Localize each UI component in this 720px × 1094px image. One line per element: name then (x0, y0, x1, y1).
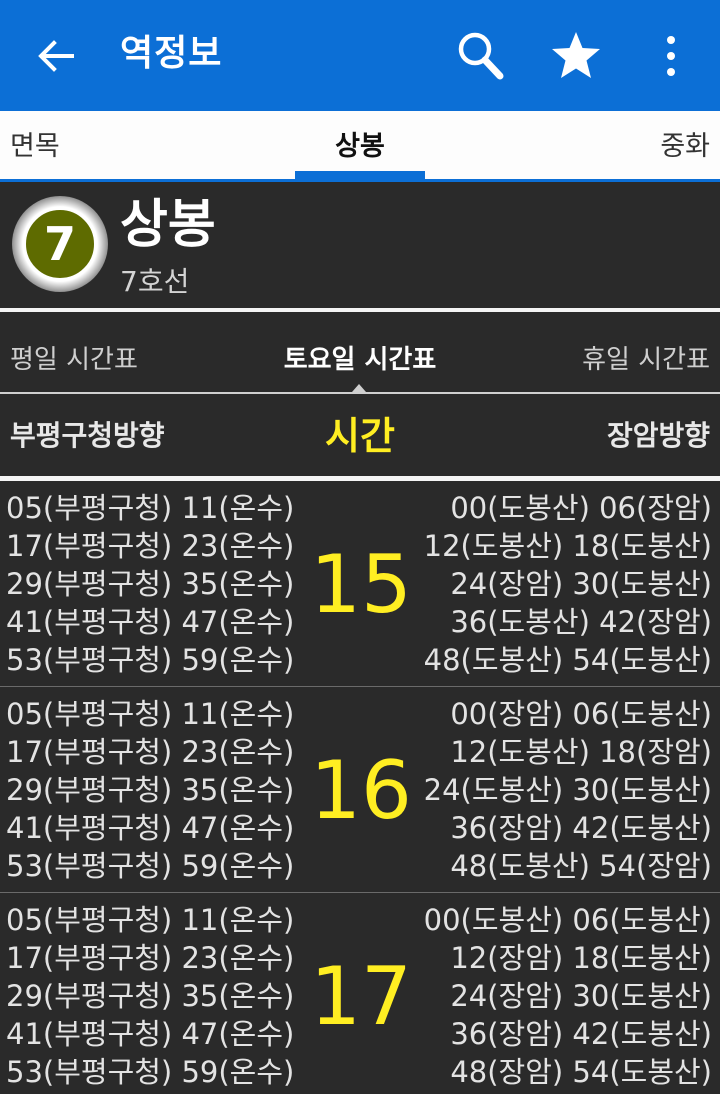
departure-row: 48(도봉산) 54(도봉산) (423, 643, 712, 677)
tab-indicator (295, 171, 425, 179)
line-badge: 7 (24, 208, 96, 280)
departure-row: 00(도봉산) 06(장암) (450, 491, 712, 525)
selected-tab-caret (352, 384, 366, 392)
departure-row: 36(장암) 42(도봉산) (450, 811, 712, 845)
departure-row: 36(장암) 42(도봉산) (450, 1017, 712, 1051)
tab-current-station[interactable]: 상봉 (0, 129, 720, 165)
right-departures: 00(장암) 06(도봉산) 12(도봉산) 18(장암) 24(도봉산) 30… (424, 695, 712, 885)
direction-right-label: 장암방향 (606, 419, 710, 452)
app-title: 역정보 (120, 33, 223, 74)
departure-row: 48(장암) 54(도봉산) (450, 1055, 712, 1089)
hour-block: 05(부평구청) 11(온수) 17(부평구청) 23(온수) 29(부평구청)… (0, 893, 720, 1094)
left-departures: 05(부평구청) 11(온수) 17(부평구청) 23(온수) 29(부평구청)… (6, 901, 294, 1091)
departure-row: 05(부평구청) 11(온수) (6, 491, 295, 525)
departure-row: 29(부평구청) 35(온수) (6, 567, 295, 601)
departure-row: 12(도봉산) 18(장암) (450, 735, 712, 769)
right-departures: 00(도봉산) 06(도봉산) 12(장암) 18(도봉산) 24(장암) 30… (424, 901, 712, 1091)
departure-row: 24(도봉산) 30(도봉산) (423, 773, 712, 807)
hour-block: 05(부평구청) 11(온수) 17(부평구청) 23(온수) 29(부평구청)… (0, 687, 720, 893)
left-departures: 05(부평구청) 11(온수) 17(부평구청) 23(온수) 29(부평구청)… (6, 695, 294, 885)
departure-row: 24(장암) 30(도봉산) (450, 979, 712, 1013)
more-vert-icon[interactable] (656, 34, 686, 78)
station-tabs: 면목 상봉 중화 (0, 111, 720, 179)
tab-holiday[interactable]: 휴일 시간표 (582, 342, 710, 378)
departure-row: 12(장암) 18(도봉산) (450, 941, 712, 975)
departure-row: 05(부평구청) 11(온수) (6, 697, 295, 731)
departure-row: 41(부평구청) 47(온수) (6, 811, 295, 845)
departure-row: 17(부평구청) 23(온수) (6, 941, 295, 975)
hour-label: 15 (310, 538, 412, 631)
departure-row: 00(도봉산) 06(도봉산) (423, 903, 712, 937)
departure-row: 41(부평구청) 47(온수) (6, 1017, 295, 1051)
arrow-back-icon[interactable] (34, 34, 78, 78)
departure-row: 29(부평구청) 35(온수) (6, 773, 295, 807)
app-bar: 역정보 (0, 0, 720, 111)
departure-row: 12(도봉산) 18(도봉산) (423, 529, 712, 563)
departure-row: 53(부평구청) 59(온수) (6, 849, 295, 883)
departure-row: 48(도봉산) 54(장암) (450, 849, 712, 883)
line-name: 7호선 (120, 265, 190, 298)
departure-row: 05(부평구청) 11(온수) (6, 903, 295, 937)
departure-row: 53(부평구청) 59(온수) (6, 643, 295, 677)
hour-label: 17 (310, 950, 412, 1043)
departure-row: 29(부평구청) 35(온수) (6, 979, 295, 1013)
left-departures: 05(부평구청) 11(온수) 17(부평구청) 23(온수) 29(부평구청)… (6, 489, 294, 679)
hour-label: 16 (310, 744, 412, 837)
departure-row: 17(부평구청) 23(온수) (6, 735, 295, 769)
departure-row: 00(장암) 06(도봉산) (450, 697, 712, 731)
right-departures: 00(도봉산) 06(장암) 12(도봉산) 18(도봉산) 24(장암) 30… (424, 489, 712, 679)
station-name: 상봉 (120, 195, 216, 255)
departure-row: 24(장암) 30(도봉산) (450, 567, 712, 601)
day-tabs: 평일 시간표 토요일 시간표 휴일 시간표 (0, 312, 720, 394)
departure-row: 41(부평구청) 47(온수) (6, 605, 295, 639)
departure-row: 53(부평구청) 59(온수) (6, 1055, 295, 1089)
hour-block: 05(부평구청) 11(온수) 17(부평구청) 23(온수) 29(부평구청)… (0, 481, 720, 687)
search-icon[interactable] (456, 30, 504, 80)
tab-next-station[interactable]: 중화 (660, 129, 710, 165)
timetable-header: 부평구청방향 시간 장암방향 (0, 394, 720, 476)
star-icon[interactable] (550, 30, 602, 80)
departure-row: 17(부평구청) 23(온수) (6, 529, 295, 563)
departure-row: 36(도봉산) 42(장암) (450, 605, 712, 639)
station-header: 7 상봉 7호선 (0, 182, 720, 308)
